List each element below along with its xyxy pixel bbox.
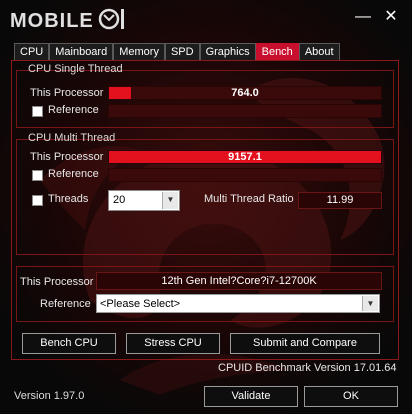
multi-thread-title: CPU Multi Thread	[28, 132, 116, 144]
minimize-button[interactable]: —	[352, 6, 374, 28]
app-version: Version 1.97.0	[14, 390, 85, 402]
cpuz-window: MOBILE — ✕ CPU Mainboard Memory SPD Grap…	[0, 0, 412, 414]
minimize-icon: —	[355, 8, 371, 25]
threads-value: 20	[113, 194, 126, 206]
multi-this-processor-label: This Processor	[30, 151, 104, 163]
single-this-processor-value: 764.0	[231, 87, 259, 99]
threads-checkbox[interactable]	[32, 195, 43, 206]
bench-cpu-button[interactable]: Bench CPU	[22, 333, 116, 354]
info-this-processor-label: This Processor	[20, 276, 94, 288]
tab-spd[interactable]: SPD	[164, 43, 200, 60]
tab-about[interactable]: About	[298, 43, 340, 60]
multi-reference-label: Reference	[48, 168, 99, 180]
single-this-processor-label: This Processor	[30, 87, 104, 99]
tab-memory[interactable]: Memory	[113, 43, 165, 60]
single-reference-checkbox[interactable]	[32, 106, 43, 117]
single-reference-label: Reference	[48, 104, 99, 116]
reference-select-value: <Please Select>	[100, 298, 181, 310]
logo-text: MOBILE	[10, 10, 94, 32]
single-thread-title: CPU Single Thread	[28, 63, 123, 75]
stress-cpu-button[interactable]: Stress CPU	[126, 333, 220, 354]
reference-dropdown-icon[interactable]: ▼	[362, 296, 378, 311]
tab-bench[interactable]: Bench	[255, 43, 299, 60]
multi-reference-bar	[108, 168, 382, 182]
ok-button[interactable]: OK	[304, 386, 398, 407]
multi-this-processor-value: 9157.1	[228, 151, 262, 163]
single-reference-bar	[108, 104, 382, 118]
close-button[interactable]: ✕	[380, 6, 402, 28]
threads-dropdown-icon[interactable]: ▼	[162, 192, 178, 209]
multi-reference-checkbox[interactable]	[32, 170, 43, 181]
threads-select[interactable]: 20 ▼	[108, 190, 180, 211]
reference-select[interactable]: <Please Select> ▼	[96, 294, 380, 313]
multi-thread-ratio-label: Multi Thread Ratio	[204, 193, 294, 205]
multi-this-processor-bar: 9157.1	[108, 150, 382, 164]
benchmark-version: CPUID Benchmark Version 17.01.64	[218, 362, 397, 374]
validate-button[interactable]: Validate	[204, 386, 298, 407]
tab-cpu[interactable]: CPU	[14, 43, 50, 60]
tab-graphics[interactable]: Graphics	[199, 43, 256, 60]
tab-bar: CPU Mainboard Memory SPD Graphics Bench …	[14, 43, 340, 61]
threads-label: Threads	[48, 193, 89, 205]
single-this-processor-bar: 764.0	[108, 86, 382, 100]
info-this-processor-value: 12th Gen Intel?Core?i7-12700K	[96, 272, 382, 290]
tab-mainboard[interactable]: Mainboard	[49, 43, 114, 60]
msi-mobile-logo: MOBILE	[10, 8, 124, 32]
close-icon: ✕	[384, 8, 398, 25]
multi-thread-ratio-value: 11.99	[298, 192, 382, 209]
submit-compare-button[interactable]: Submit and Compare	[230, 333, 380, 354]
info-reference-label: Reference	[40, 298, 91, 310]
